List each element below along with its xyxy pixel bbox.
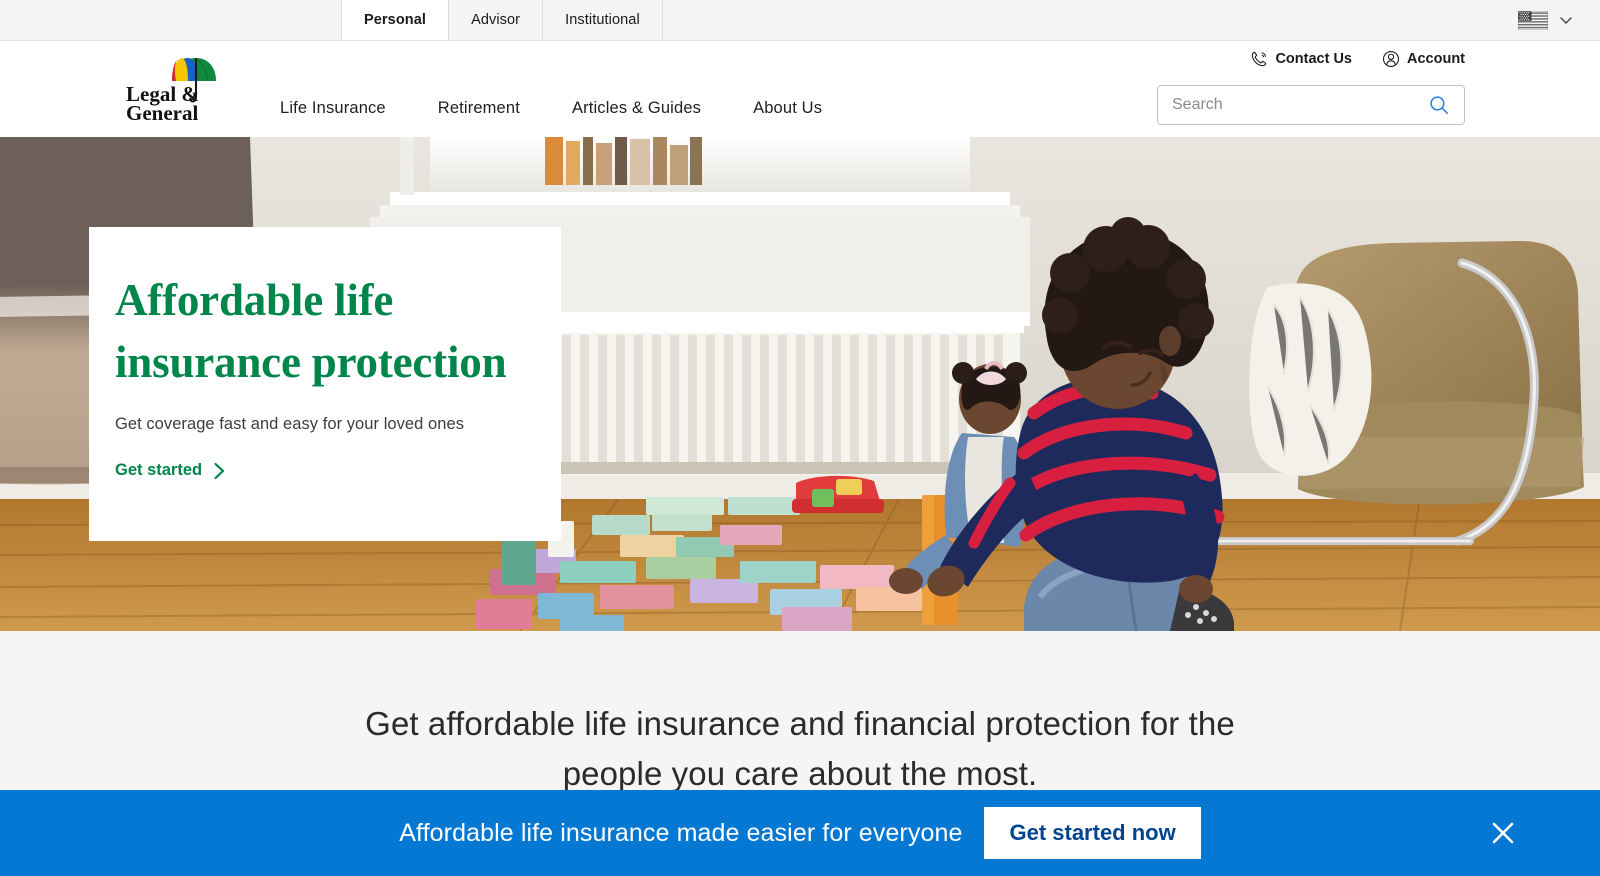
banner-close-button[interactable] [1488, 818, 1518, 848]
tab-advisor-label: Advisor [471, 12, 521, 28]
search-box[interactable] [1157, 85, 1465, 125]
site-logo[interactable]: Legal & General [118, 53, 218, 125]
audience-bar-spacer [0, 0, 341, 40]
sticky-promo-banner: Affordable life insurance made easier fo… [0, 790, 1600, 876]
search-icon [1430, 96, 1449, 115]
contact-us-link[interactable]: Contact Us [1250, 50, 1352, 68]
page-root: Personal Advisor Institutional Legal & G… [0, 0, 1600, 876]
phone-icon [1252, 51, 1267, 67]
hero-card: Affordable life insurance protection Get… [89, 227, 561, 541]
nav-item-about-us[interactable]: About Us [753, 89, 822, 128]
logo-text-line2: General [126, 101, 198, 125]
legal-and-general-logo: Legal & General [126, 57, 216, 125]
close-icon [1492, 822, 1514, 844]
banner-get-started-button[interactable]: Get started now [984, 807, 1201, 859]
locale-selector[interactable] [1518, 0, 1600, 40]
audience-tab-bar: Personal Advisor Institutional [0, 0, 1600, 41]
account-label: Account [1407, 51, 1465, 67]
tab-personal[interactable]: Personal [341, 0, 450, 40]
utility-links: Contact Us Account [1250, 50, 1465, 68]
main-navigation: Life Insurance Retirement Articles & Gui… [280, 89, 822, 128]
hero-cta-label: Get started [115, 461, 203, 480]
chevron-down-icon[interactable] [1558, 12, 1574, 28]
tab-advisor[interactable]: Advisor [449, 0, 544, 40]
hero-section: Affordable life insurance protection Get… [0, 137, 1600, 631]
intro-text: Get affordable life insurance and financ… [365, 705, 1235, 792]
account-link[interactable]: Account [1382, 50, 1465, 68]
nav-item-retirement[interactable]: Retirement [438, 89, 520, 128]
hero-get-started-link[interactable]: Get started [115, 461, 226, 480]
hero-subtitle: Get coverage fast and easy for your love… [115, 415, 465, 434]
contact-us-label: Contact Us [1275, 51, 1352, 67]
banner-text: Affordable life insurance made easier fo… [399, 818, 963, 847]
nav-item-articles-guides[interactable]: Articles & Guides [572, 89, 701, 128]
nav-item-life-insurance[interactable]: Life Insurance [280, 89, 386, 128]
search-input[interactable] [1158, 96, 1424, 114]
tab-institutional[interactable]: Institutional [543, 0, 663, 40]
user-icon [1382, 50, 1400, 68]
tab-institutional-label: Institutional [565, 12, 640, 28]
site-header: Legal & General Contact Us Account Searc… [0, 41, 1600, 137]
hero-title: Affordable life insurance protection [115, 275, 507, 388]
us-flag-icon[interactable] [1518, 10, 1548, 30]
search-submit-button[interactable] [1424, 94, 1464, 116]
tab-personal-label: Personal [364, 12, 427, 28]
chevron-right-icon [214, 462, 225, 479]
audience-tabs: Personal Advisor Institutional [341, 0, 663, 40]
